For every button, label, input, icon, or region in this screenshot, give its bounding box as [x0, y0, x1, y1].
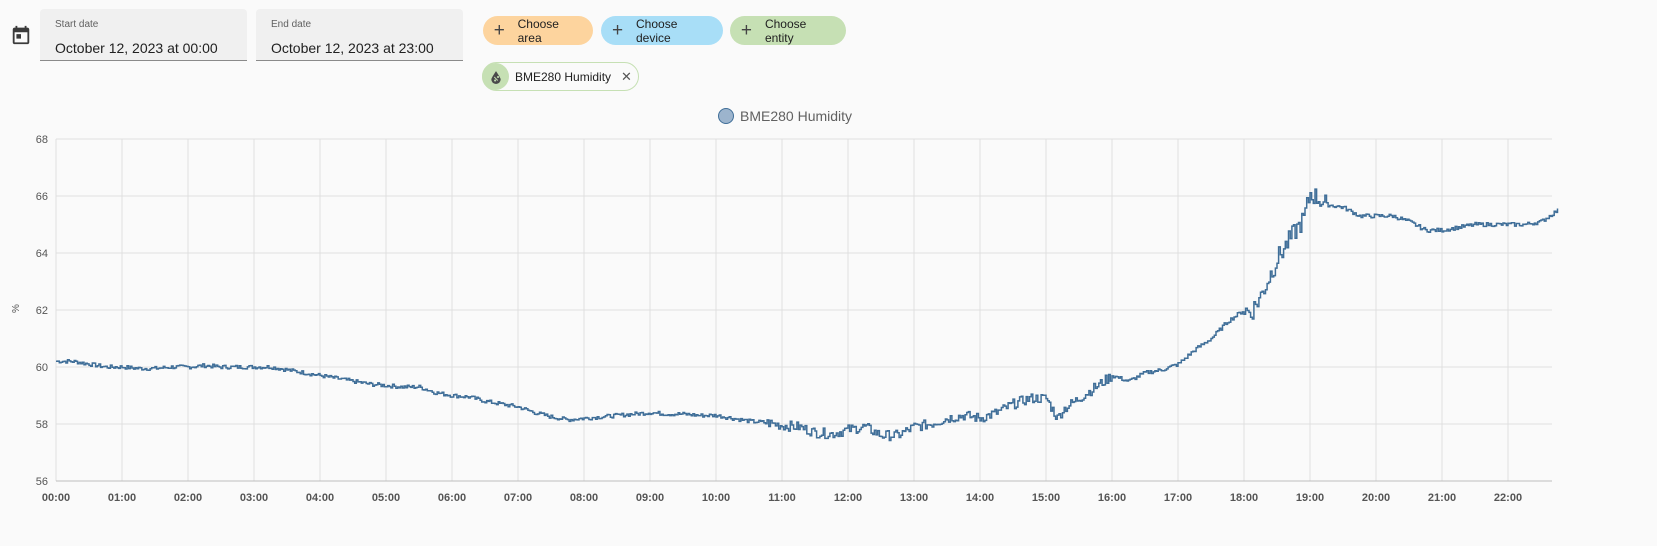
x-tick-label: 20:00 — [1362, 492, 1390, 504]
x-tick-label: 06:00 — [438, 492, 466, 504]
x-tick-label: 11:00 — [768, 492, 796, 504]
y-tick-label: 56 — [36, 476, 48, 488]
x-tick-label: 03:00 — [240, 492, 268, 504]
y-tick-label: 64 — [36, 248, 48, 260]
x-tick-label: 12:00 — [834, 492, 862, 504]
y-tick-label: 60 — [36, 362, 48, 374]
y-tick-label: 62 — [36, 305, 48, 317]
x-tick-label: 08:00 — [570, 492, 598, 504]
x-tick-label: 10:00 — [702, 492, 730, 504]
x-tick-label: 18:00 — [1230, 492, 1258, 504]
humidity-chart: 56 58 60 62 64 66 68 00:00 01:00 02:00 03:00 04:00 0… — [36, 134, 1559, 504]
x-tick-label: 02:00 — [174, 492, 202, 504]
x-tick-label: 00:00 — [42, 492, 70, 504]
x-tick-label: 01:00 — [108, 492, 136, 504]
x-tick-label: 05:00 — [372, 492, 400, 504]
x-tick-label: 07:00 — [504, 492, 532, 504]
x-tick-label: 22:00 — [1494, 492, 1522, 504]
y-tick-label: 58 — [36, 419, 48, 431]
x-tick-label: 17:00 — [1164, 492, 1192, 504]
x-tick-label: 04:00 — [306, 492, 334, 504]
y-tick-label: 66 — [36, 191, 48, 203]
x-tick-label: 14:00 — [966, 492, 994, 504]
y-tick-label: 68 — [36, 134, 48, 146]
x-tick-label: 15:00 — [1032, 492, 1060, 504]
x-tick-label: 16:00 — [1098, 492, 1126, 504]
x-tick-label: 09:00 — [636, 492, 664, 504]
x-tick-label: 19:00 — [1296, 492, 1324, 504]
series-line-bme280-humidity — [56, 188, 1559, 442]
x-tick-label: 21:00 — [1428, 492, 1456, 504]
y-axis-title: % — [10, 304, 22, 313]
x-tick-label: 13:00 — [900, 492, 928, 504]
